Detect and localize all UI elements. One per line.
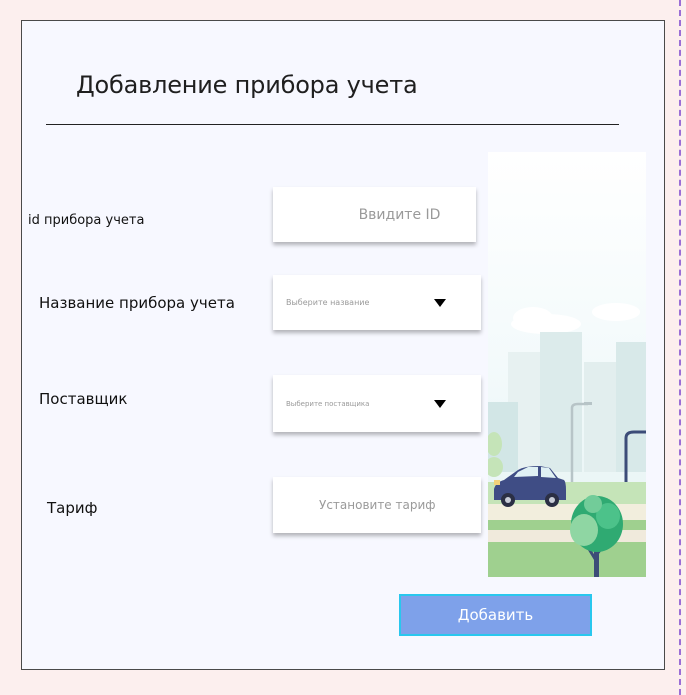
dialog-title: Добавление прибора учета xyxy=(76,71,418,99)
chevron-down-icon[interactable] xyxy=(434,298,446,307)
title-divider xyxy=(46,124,619,125)
id-input-placeholder: Ввидите ID xyxy=(358,206,441,223)
page-boundary-dashed-line xyxy=(679,0,681,695)
id-input[interactable]: Ввидите ID xyxy=(273,187,476,242)
city-street-illustration xyxy=(488,152,646,577)
meter-name-label: Название прибора учета xyxy=(39,294,235,312)
add-button[interactable]: Добавить xyxy=(399,594,592,636)
tariff-label: Тариф xyxy=(47,499,98,517)
tariff-input[interactable]: Установите тариф xyxy=(273,477,481,533)
meter-name-placeholder: Выберите название xyxy=(286,298,370,307)
supplier-label: Поставщик xyxy=(39,390,128,408)
add-meter-dialog: Добавление прибора учета id прибора учет… xyxy=(21,20,665,670)
tariff-input-placeholder: Установите тариф xyxy=(319,498,436,512)
supplier-placeholder: Выберите поставщика xyxy=(286,399,370,408)
chevron-down-icon[interactable] xyxy=(434,399,446,408)
supplier-select[interactable]: Выберите поставщика xyxy=(273,375,481,432)
id-label: id прибора учета xyxy=(28,213,145,228)
meter-name-select[interactable]: Выберите название xyxy=(273,275,481,330)
